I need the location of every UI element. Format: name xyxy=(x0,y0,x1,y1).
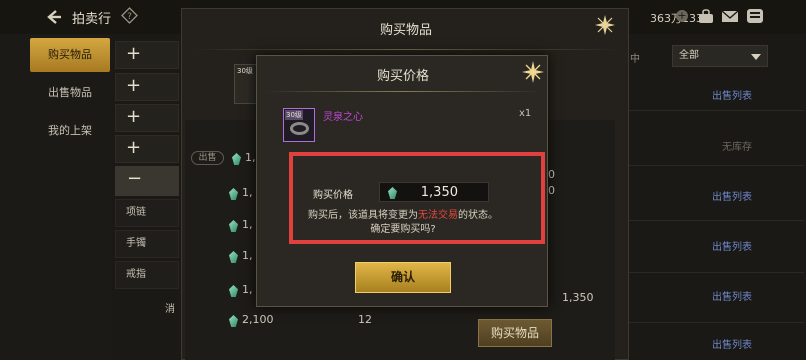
svg-text:?: ? xyxy=(127,12,132,22)
sell-list-link[interactable]: 出售列表 xyxy=(712,288,752,303)
category-expand-button[interactable]: + xyxy=(115,41,179,69)
buy-item-button[interactable]: 购买物品 xyxy=(478,319,552,347)
filter-select-value: 全部 xyxy=(679,50,699,61)
sell-list-link[interactable]: 出售列表 xyxy=(712,238,752,253)
item-quantity: x1 xyxy=(519,108,532,119)
sell-list-link[interactable]: 出售列表 xyxy=(712,188,752,203)
buy-item-dialog-title: 购买物品 xyxy=(379,23,432,38)
item-icon: 30级 xyxy=(283,108,315,142)
listing-quantity: 12 xyxy=(358,313,372,326)
category-more-label: 消 xyxy=(165,304,175,315)
auction-house-screen: 拍卖行 ? 363万1330 + 购买物品 出售物品 我的上架 + + + + xyxy=(0,0,806,360)
ring-icon xyxy=(290,122,309,135)
nav-sell-items[interactable]: 出售物品 xyxy=(30,76,110,110)
divider xyxy=(192,49,620,50)
close-icon[interactable] xyxy=(521,60,545,84)
partial-value: 0 xyxy=(548,168,555,181)
thumb-level-label: 30级 xyxy=(237,67,253,75)
partial-value: 0 xyxy=(548,184,555,197)
sell-list-link[interactable]: 出售列表 xyxy=(712,336,752,351)
category-expand-button[interactable]: + xyxy=(115,104,179,132)
nav-my-listings[interactable]: 我的上架 xyxy=(30,114,110,148)
item-level-badge: 30级 xyxy=(285,110,303,120)
filter-select[interactable]: 全部 xyxy=(672,45,768,67)
sell-tag: 出售 xyxy=(191,151,224,165)
close-icon[interactable] xyxy=(594,14,616,36)
item-name: 灵泉之心 xyxy=(323,112,363,123)
nav-buy-items[interactable]: 购买物品 xyxy=(30,38,110,72)
listing-price: 1, xyxy=(242,249,253,262)
total-price-value: 1,350 xyxy=(562,291,594,304)
help-icon[interactable]: ? xyxy=(121,7,138,24)
back-arrow-icon[interactable] xyxy=(44,7,64,27)
listing-price: 1, xyxy=(245,151,256,164)
page-title: 拍卖行 xyxy=(72,12,112,27)
category-expand-button[interactable]: + xyxy=(115,135,179,163)
left-nav: 购买物品 出售物品 我的上架 xyxy=(0,34,112,360)
menu-icon[interactable] xyxy=(746,8,764,24)
category-collapse-button[interactable]: − xyxy=(115,166,179,196)
listing-price: 1, xyxy=(242,218,253,231)
listing-price: 1, xyxy=(242,186,253,199)
subcategory-necklace[interactable]: 项链 xyxy=(115,199,179,227)
bag-icon[interactable] xyxy=(697,8,715,24)
highlight-box xyxy=(289,152,545,244)
purchase-price-title: 购买价格 xyxy=(376,69,429,84)
add-currency-button[interactable]: + xyxy=(676,10,688,22)
sell-list-link[interactable]: 出售列表 xyxy=(712,87,752,102)
subcategory-bracelet[interactable]: 手镯 xyxy=(115,230,179,258)
purchase-price-dialog: 购买价格 30级 灵泉之心 x1 购买价格 1,350 购买后，该道具将变更为无… xyxy=(256,55,548,307)
no-stock-label: 无库存 xyxy=(722,142,752,153)
mail-icon[interactable] xyxy=(721,8,739,24)
listing-price: 1, xyxy=(242,283,253,296)
confirm-button[interactable]: 确认 xyxy=(355,262,451,293)
subcategory-ring[interactable]: 戒指 xyxy=(115,261,179,289)
divider xyxy=(265,91,541,92)
chevron-down-icon xyxy=(751,54,761,60)
category-expand-button[interactable]: + xyxy=(115,73,179,101)
listing-price: 2,100 xyxy=(242,313,274,326)
